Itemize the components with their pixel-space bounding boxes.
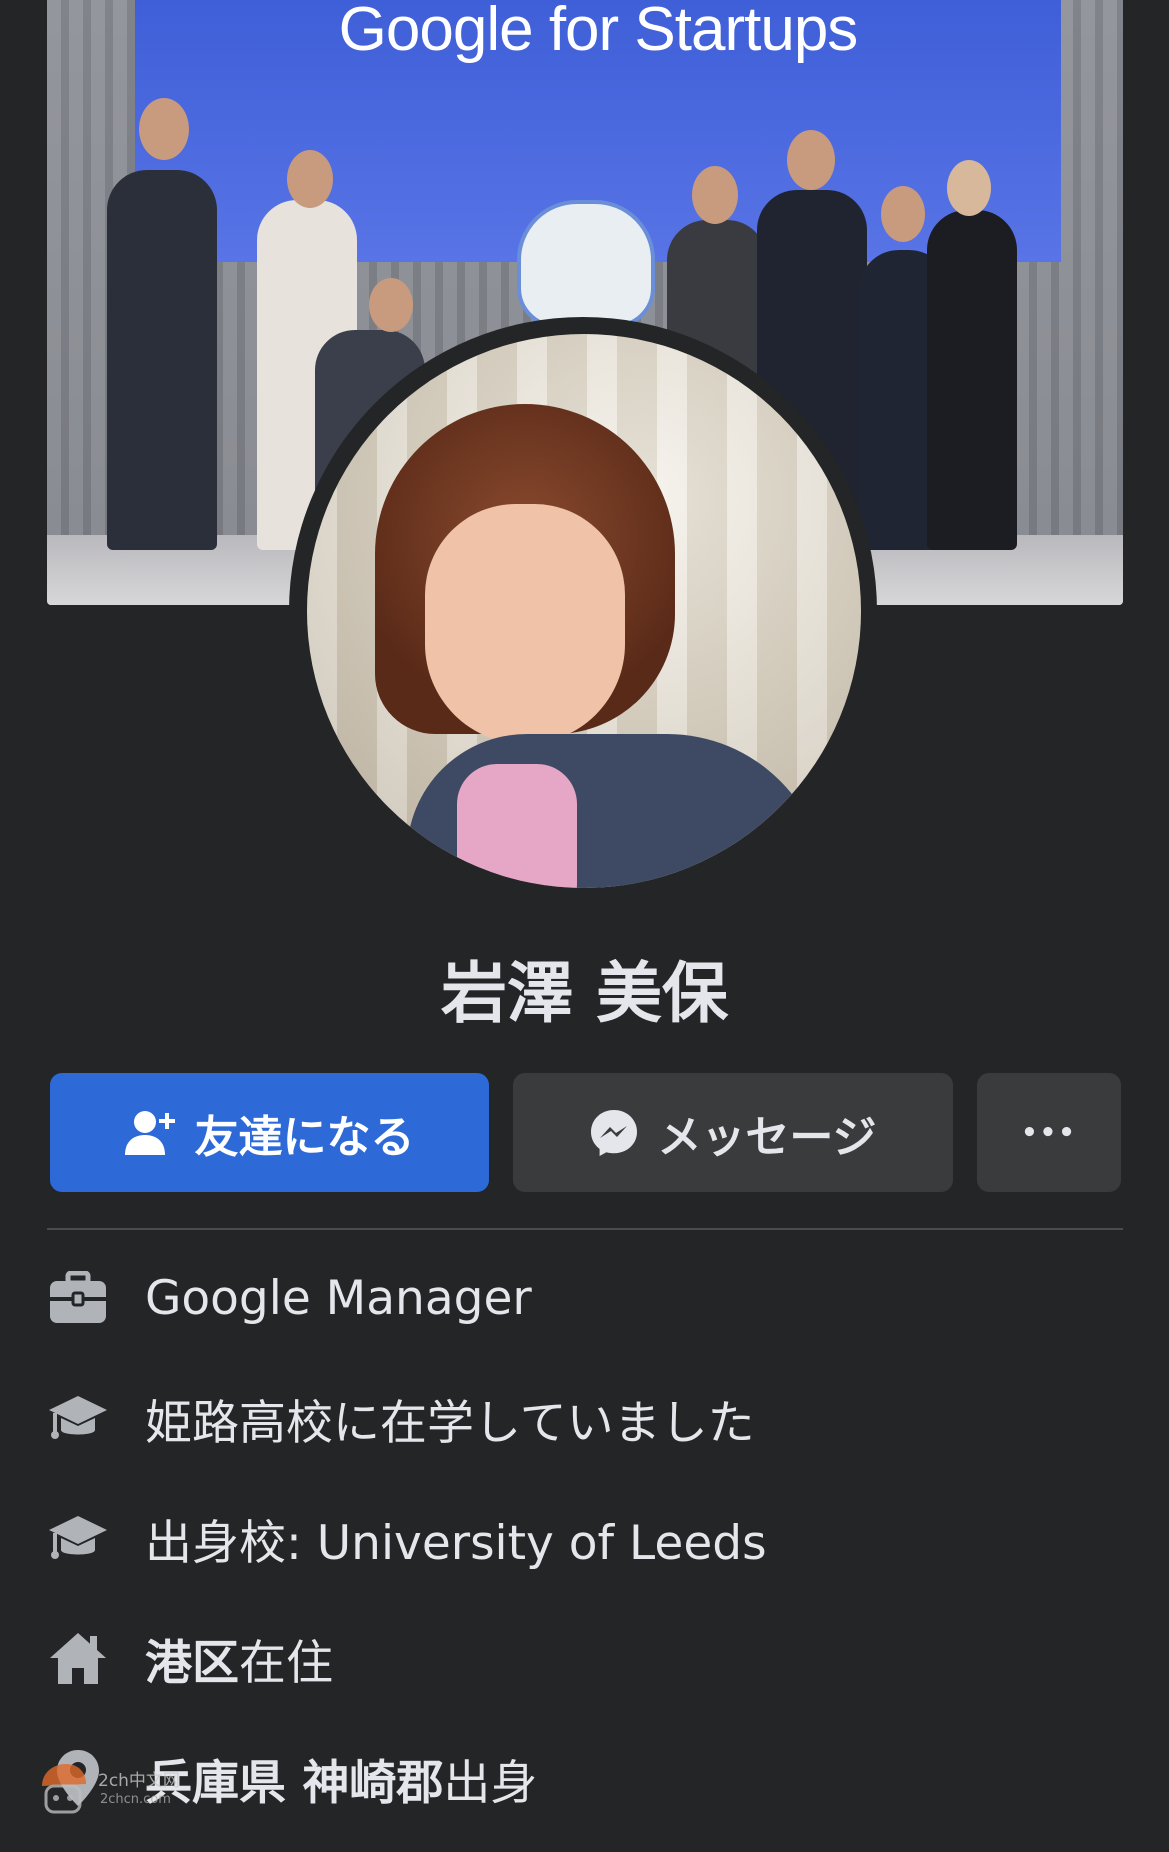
lives-in-suffix: 在住 <box>239 1635 333 1691</box>
cover-person-head <box>369 278 413 332</box>
graduation-cap-icon <box>47 1507 109 1569</box>
info-school-alma[interactable]: 出身校: University of Leeds <box>47 1503 767 1573</box>
messenger-icon <box>589 1108 639 1158</box>
cover-screen-title: Google for Startups <box>338 0 859 64</box>
lives-in-text: 港区在住 <box>145 1624 333 1693</box>
watermark-text: 2ch中文网 <box>98 1771 180 1791</box>
school-alma-text: 出身校: University of Leeds <box>145 1515 767 1571</box>
cover-person <box>927 210 1017 550</box>
add-friend-button[interactable]: 友達になる <box>50 1073 489 1192</box>
profile-name: 岩澤 美保 <box>441 955 728 1032</box>
more-options-button[interactable]: ••• <box>977 1073 1121 1192</box>
info-lives-in[interactable]: 港区在住 <box>47 1623 333 1693</box>
watermark-logo-icon <box>42 1764 86 1814</box>
cover-person-head <box>287 150 333 208</box>
cover-person-head <box>881 186 925 242</box>
add-friend-label: 友達になる <box>194 1111 415 1163</box>
avatar-shirt <box>457 764 577 888</box>
section-divider <box>47 1228 1123 1230</box>
message-label: メッセージ <box>657 1111 877 1163</box>
info-work[interactable]: Google Manager <box>47 1263 532 1333</box>
graduation-cap-icon <box>47 1387 109 1449</box>
person-plus-icon <box>124 1109 177 1157</box>
profile-avatar[interactable] <box>307 334 861 888</box>
info-school-current[interactable]: 姫路高校に在学していました <box>47 1383 755 1453</box>
school-current-text: 姫路高校に在学していました <box>145 1395 755 1451</box>
cover-person-head <box>692 166 738 224</box>
from-text: 兵庫県 神崎郡出身 <box>145 1744 537 1813</box>
site-watermark: 2ch中文网 2chcn.com <box>36 1760 196 1820</box>
watermark-sub: 2chcn.com <box>100 1792 171 1807</box>
from-suffix: 出身 <box>443 1755 538 1811</box>
cover-daruma <box>517 200 655 328</box>
cover-person-head <box>787 130 835 190</box>
work-text: Google Manager <box>145 1270 532 1326</box>
cover-person-head <box>139 98 189 160</box>
cover-person-head <box>947 160 991 216</box>
house-icon <box>47 1627 109 1689</box>
message-button[interactable]: メッセージ <box>513 1073 953 1192</box>
lives-in-place[interactable]: 港区 <box>145 1636 239 1691</box>
avatar-face <box>425 504 625 744</box>
more-dots-icon: ••• <box>1021 1117 1077 1148</box>
cover-person <box>107 170 217 550</box>
briefcase-icon <box>47 1267 109 1329</box>
